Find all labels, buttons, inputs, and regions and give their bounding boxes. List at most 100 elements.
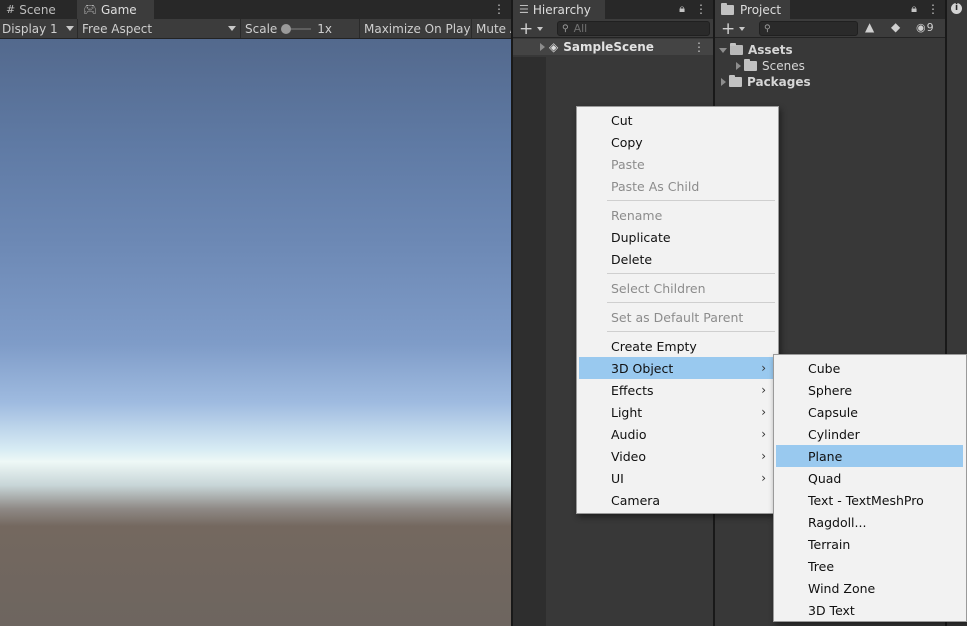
aspect-dropdown-label: Free Aspect bbox=[82, 21, 153, 36]
maximize-on-play-label: Maximize On Play bbox=[364, 21, 470, 36]
folder-icon bbox=[744, 59, 757, 71]
submenu-item-tree[interactable]: Tree bbox=[776, 555, 963, 577]
submenu-item-sphere[interactable]: Sphere bbox=[776, 379, 963, 401]
chevron-right-icon: › bbox=[761, 427, 766, 441]
expand-arrow-icon[interactable] bbox=[736, 62, 741, 70]
display-dropdown[interactable]: Display 1 bbox=[0, 19, 76, 38]
project-search-input[interactable]: ⚲ bbox=[759, 21, 858, 36]
tree-item-packages[interactable]: Packages bbox=[721, 74, 811, 90]
project-more-menu-icon[interactable]: ⋮ bbox=[927, 2, 939, 16]
game-tabbar: # Scene 🎮︎ Game ⋮ bbox=[0, 0, 511, 19]
submenu-item-text-textmeshpro[interactable]: Text - TextMeshPro bbox=[776, 489, 963, 511]
tab-hierarchy[interactable]: ☰ Hierarchy bbox=[513, 0, 605, 19]
tab-scene-label: Scene bbox=[19, 2, 56, 17]
submenu-item-3d-text[interactable]: 3D Text bbox=[776, 599, 963, 621]
submenu-item-capsule[interactable]: Capsule bbox=[776, 401, 963, 423]
chevron-down-icon bbox=[739, 26, 746, 31]
menu-item-copy[interactable]: Copy bbox=[579, 131, 775, 153]
menu-item-delete[interactable]: Delete bbox=[579, 248, 775, 270]
scale-slider[interactable] bbox=[281, 23, 312, 34]
hierarchy-tabbar: ☰ Hierarchy 🔒︎ ⋮ bbox=[513, 0, 713, 19]
plus-icon: + bbox=[519, 18, 534, 39]
submenu-item-wind-zone[interactable]: Wind Zone bbox=[776, 577, 963, 599]
menu-item-label: Cut bbox=[611, 112, 633, 128]
menu-item-video[interactable]: Video › bbox=[579, 445, 775, 467]
menu-item-light[interactable]: Light › bbox=[579, 401, 775, 423]
submenu-item-plane[interactable]: Plane bbox=[776, 445, 963, 467]
expand-arrow-icon[interactable] bbox=[721, 78, 726, 86]
hierarchy-more-menu-icon[interactable]: ⋮ bbox=[695, 2, 707, 16]
tab-game[interactable]: 🎮︎ Game bbox=[77, 0, 154, 19]
menu-item-cut[interactable]: Cut bbox=[579, 109, 775, 131]
menu-item-3d-object[interactable]: 3D Object › bbox=[579, 357, 775, 379]
project-tabbar: Project 🔒︎ ⋮ bbox=[715, 0, 945, 19]
menu-item-effects[interactable]: Effects › bbox=[579, 379, 775, 401]
menu-item-label: Copy bbox=[611, 134, 643, 150]
game-more-menu-icon[interactable]: ⋮ bbox=[493, 2, 505, 16]
menu-item-label: Create Empty bbox=[611, 338, 697, 354]
menu-item-label: Effects bbox=[611, 382, 654, 398]
menu-item-label: Camera bbox=[611, 492, 661, 508]
menu-separator bbox=[607, 273, 775, 274]
search-icon: ⚲ bbox=[562, 23, 569, 34]
submenu-item-ragdoll[interactable]: Ragdoll... bbox=[776, 511, 963, 533]
submenu-item-terrain[interactable]: Terrain bbox=[776, 533, 963, 555]
chevron-right-icon: › bbox=[761, 361, 766, 375]
menu-item-label: Tree bbox=[808, 558, 835, 574]
expand-arrow-icon[interactable] bbox=[540, 43, 545, 51]
menu-item-select-children: Select Children bbox=[579, 277, 775, 299]
tag-icon[interactable]: ◆ bbox=[891, 20, 900, 34]
maximize-on-play-toggle[interactable]: Maximize On Play bbox=[362, 19, 470, 38]
hierarchy-search-placeholder: All bbox=[573, 22, 588, 35]
collapse-arrow-icon[interactable] bbox=[719, 47, 727, 53]
hierarchy-search-input[interactable]: ⚲ All bbox=[557, 21, 710, 36]
menu-item-label: Delete bbox=[611, 251, 653, 267]
folder-open-icon bbox=[730, 43, 743, 55]
scene-row[interactable]: ◈ SampleScene ⋮ bbox=[513, 39, 713, 55]
game-viewport[interactable] bbox=[0, 39, 511, 626]
3d-object-submenu: Cube Sphere Capsule Cylinder Plane Quad … bbox=[773, 354, 967, 622]
scale-slider-knob[interactable] bbox=[281, 23, 292, 34]
create-button[interactable]: + bbox=[519, 18, 544, 39]
tab-scene[interactable]: # Scene bbox=[0, 0, 77, 19]
menu-item-label: Duplicate bbox=[611, 229, 671, 245]
list-icon: ☰ bbox=[519, 3, 529, 16]
menu-item-label: Light bbox=[611, 404, 643, 420]
filter-by-type-icon[interactable]: ▲ bbox=[865, 20, 874, 34]
hidden-packages-toggle[interactable]: ◉ 9 bbox=[916, 21, 934, 34]
mute-audio-toggle[interactable]: Mute Audio bbox=[474, 19, 511, 38]
hierarchy-context-menu: Cut Copy Paste Paste As Child Rename Dup… bbox=[576, 106, 779, 514]
menu-item-label: Plane bbox=[808, 448, 843, 464]
submenu-item-quad[interactable]: Quad bbox=[776, 467, 963, 489]
menu-item-audio[interactable]: Audio › bbox=[579, 423, 775, 445]
tab-hierarchy-label: Hierarchy bbox=[532, 2, 591, 17]
submenu-item-cylinder[interactable]: Cylinder bbox=[776, 423, 963, 445]
toolbar-divider bbox=[240, 19, 241, 38]
info-icon[interactable]: i bbox=[951, 3, 962, 14]
tab-project-label: Project bbox=[740, 2, 782, 17]
menu-item-camera[interactable]: Camera bbox=[579, 489, 775, 511]
scene-more-icon[interactable]: ⋮ bbox=[693, 40, 705, 54]
submenu-item-cube[interactable]: Cube bbox=[776, 357, 963, 379]
tab-project[interactable]: Project bbox=[715, 0, 790, 19]
tree-item-scenes[interactable]: Scenes bbox=[735, 58, 805, 74]
menu-item-label: Video bbox=[611, 448, 647, 464]
tree-label: Scenes bbox=[762, 59, 805, 73]
folder-icon bbox=[721, 2, 734, 15]
menu-item-duplicate[interactable]: Duplicate bbox=[579, 226, 775, 248]
menu-item-set-default-parent: Set as Default Parent bbox=[579, 306, 775, 328]
hierarchy-toolbar: + ⚲ All bbox=[513, 18, 713, 39]
menu-item-create-empty[interactable]: Create Empty bbox=[579, 335, 775, 357]
create-asset-button[interactable]: + bbox=[721, 19, 746, 39]
menu-separator bbox=[607, 200, 775, 201]
tree-item-assets[interactable]: Assets bbox=[719, 42, 793, 58]
unity-scene-icon: ◈ bbox=[549, 40, 559, 54]
menu-item-label: 3D Object bbox=[611, 360, 674, 376]
grid-icon: # bbox=[6, 3, 16, 16]
aspect-dropdown[interactable]: Free Aspect bbox=[80, 19, 238, 38]
lock-icon[interactable]: 🔒︎ bbox=[909, 2, 919, 16]
chevron-right-icon: › bbox=[761, 383, 766, 397]
menu-item-ui[interactable]: UI › bbox=[579, 467, 775, 489]
lock-icon[interactable]: 🔒︎ bbox=[677, 2, 687, 16]
gamepad-icon: 🎮︎ bbox=[83, 3, 97, 16]
